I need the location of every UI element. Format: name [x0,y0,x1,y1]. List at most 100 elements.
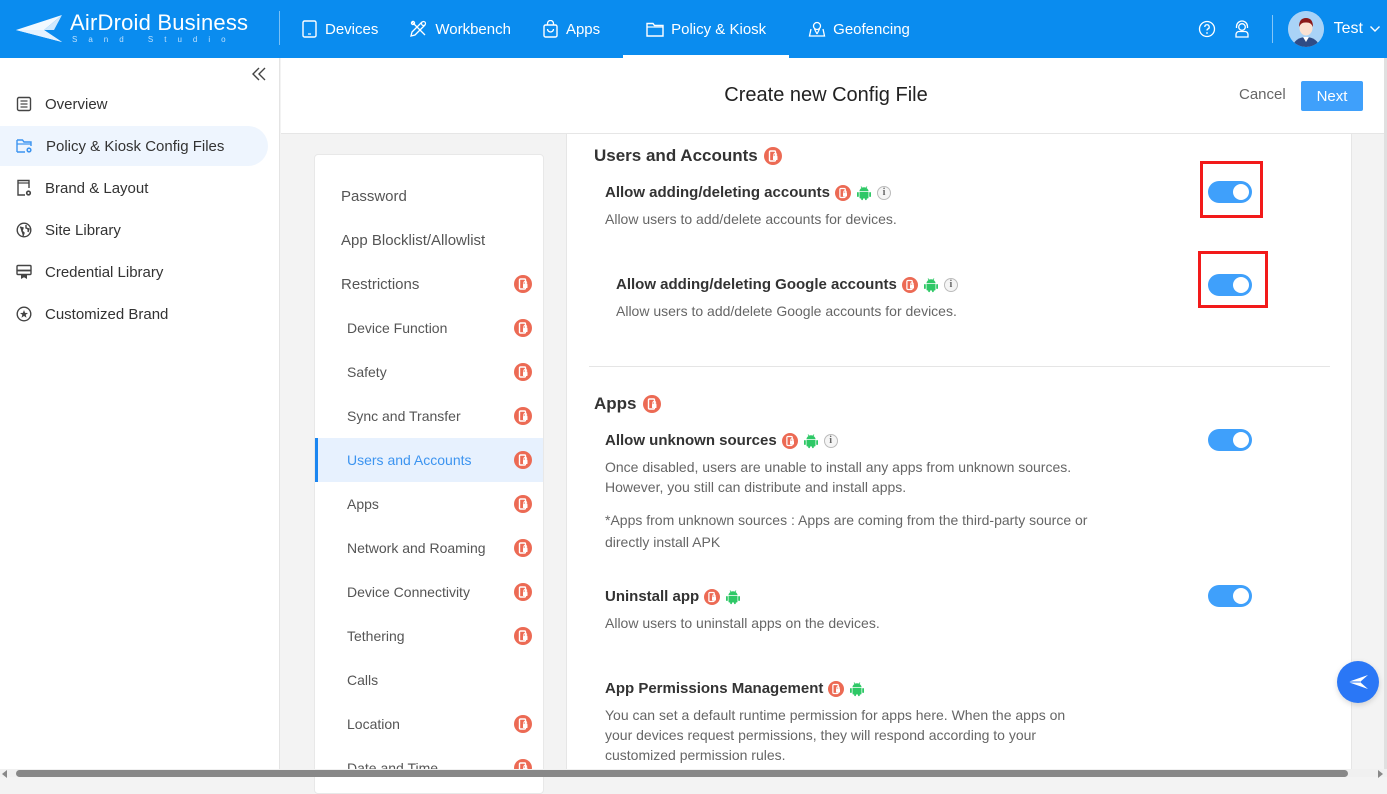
star-circle-icon [16,306,32,322]
lock-device-icon [828,680,845,697]
device-gear-icon [17,179,32,196]
subnav-item-safety[interactable]: Safety [315,350,543,394]
sidebar-item-config-files[interactable]: Policy & Kiosk Config Files [0,126,268,166]
tools-icon [410,20,427,37]
username[interactable]: Test [1334,20,1363,38]
sidebar-item-brand-layout[interactable]: Brand & Layout [0,168,268,208]
subnav-item-label: Network and Roaming [347,540,486,556]
android-icon [923,277,939,293]
setting-desc-uninstall-app: Allow users to uninstall apps on the dev… [605,615,880,631]
scrollbar-thumb[interactable] [16,770,1348,777]
nav-devices-label: Devices [325,20,379,38]
nav-apps[interactable]: Apps [531,0,611,58]
chevron-down-icon[interactable] [1369,25,1381,33]
setting-desc-app-permissions: You can set a default runtime permission… [605,707,1066,763]
lock-device-icon [514,451,532,469]
subnav-item-tethering[interactable]: Tethering [315,614,543,658]
lock-device-icon [514,319,532,337]
nav-geofencing[interactable]: Geofencing [797,0,921,58]
nav-policy-kiosk[interactable]: Policy & Kiosk [623,0,790,58]
subnav-item-calls[interactable]: Calls [315,658,543,702]
subnav-item-network-roaming[interactable]: Network and Roaming [315,526,543,570]
subnav-item-label: Calls [347,672,379,688]
subnav-item-apps[interactable]: Apps [315,482,543,526]
sidebar-item-label: Site Library [45,221,121,239]
lock-device-icon [514,539,532,557]
subnav-item-date-time[interactable]: Date and Time [315,746,543,790]
top-navigation-bar: AirDroid Business Sand Studio Devices Wo… [0,0,1387,58]
subnav-item-app-blocklist[interactable]: App Blocklist/Allowlist [315,218,543,262]
subnav-item-restrictions[interactable]: Restrictions [315,262,543,306]
section-title-users-accounts: Users and Accounts [594,146,782,166]
folder-icon [646,22,664,37]
page-header: Create new Config File Cancel Next [281,58,1387,134]
lock-device-icon [704,588,721,605]
settings-content: Users and Accounts Allow adding/deleting… [566,134,1352,777]
toggle-unknown-sources[interactable] [1208,429,1252,451]
subnav-item-label: Tethering [347,628,405,644]
sidebar-item-credential-library[interactable]: Credential Library [0,252,268,292]
certificate-icon [16,264,32,279]
help-circle-icon[interactable] [1196,18,1218,40]
info-icon[interactable]: i [943,277,958,292]
info-icon[interactable]: i [877,185,892,200]
nav-geofencing-label: Geofencing [833,20,910,38]
sidebar-item-label: Policy & Kiosk Config Files [46,137,225,155]
nav-workbench[interactable]: Workbench [398,0,522,58]
left-sidebar: Overview Policy & Kiosk Config Files Bra… [0,58,280,777]
setting-desc-allow-google-accounts: Allow users to add/delete Google account… [616,303,957,319]
subnav-item-label: Password [341,187,407,205]
subnav-item-label: App Blocklist/Allowlist [341,231,486,249]
android-icon [725,589,741,605]
subnav-item-sync-transfer[interactable]: Sync and Transfer [315,394,543,438]
toggle-knob [1233,277,1249,293]
subnav-item-label: Users and Accounts [347,452,472,468]
subnav-item-password[interactable]: Password [315,174,543,218]
subnav-item-device-function[interactable]: Device Function [315,306,543,350]
brand-logo[interactable]: AirDroid Business Sand Studio [14,6,254,50]
sidebar-item-customized-brand[interactable]: Customized Brand [0,294,268,334]
nav-workbench-label: Workbench [435,20,511,38]
setting-title-text: Uninstall app [605,588,700,605]
page-title: Create new Config File [724,84,928,106]
section-title-text: Users and Accounts [594,146,758,165]
lock-device-icon [514,627,532,645]
subnav-item-device-connectivity[interactable]: Device Connectivity [315,570,543,614]
setting-title-text: App Permissions Management [605,680,824,697]
lock-device-icon [514,583,532,601]
toggle-knob [1233,184,1249,200]
floating-assistant-button[interactable] [1337,661,1379,703]
setting-title-text: Allow adding/deleting Google accounts [616,276,897,293]
topbar-divider [279,11,280,45]
info-icon[interactable]: i [823,433,838,448]
horizontal-scrollbar[interactable] [0,769,1387,778]
nav-policy-kiosk-label: Policy & Kiosk [671,20,767,38]
tablet-icon [302,20,317,38]
lock-device-icon [514,495,532,513]
section-title-apps: Apps [594,394,661,414]
toggle-uninstall-app[interactable] [1208,585,1252,607]
subnav-item-label: Sync and Transfer [347,408,461,424]
user-avatar[interactable] [1287,11,1324,47]
cancel-button[interactable]: Cancel [1239,86,1286,103]
sidebar-item-overview[interactable]: Overview [0,84,268,124]
subnav-item-location[interactable]: Location [315,702,543,746]
subnav-item-users-accounts[interactable]: Users and Accounts [315,438,543,482]
toggle-allow-accounts[interactable] [1208,181,1252,203]
brand-name: AirDroid Business [70,10,249,35]
lock-device-icon [642,395,661,413]
main-nav: Devices Workbench Apps Policy & Kiosk Ge… [290,0,921,58]
sidebar-item-label: Overview [45,95,108,113]
nav-apps-label: Apps [565,20,601,38]
sidebar-item-site-library[interactable]: Site Library [0,210,268,250]
android-icon [803,433,819,449]
setting-desc-allow-accounts: Allow users to add/delete accounts for d… [605,211,897,227]
nav-devices[interactable]: Devices [290,0,389,58]
lock-device-icon [514,275,532,293]
section-divider [589,366,1330,367]
support-agent-icon[interactable] [1231,18,1253,40]
double-chevron-left-icon[interactable] [249,64,269,84]
toggle-allow-google-accounts[interactable] [1208,274,1252,296]
next-button[interactable]: Next [1301,81,1363,111]
setting-title-uninstall-app: Uninstall app [605,588,741,605]
